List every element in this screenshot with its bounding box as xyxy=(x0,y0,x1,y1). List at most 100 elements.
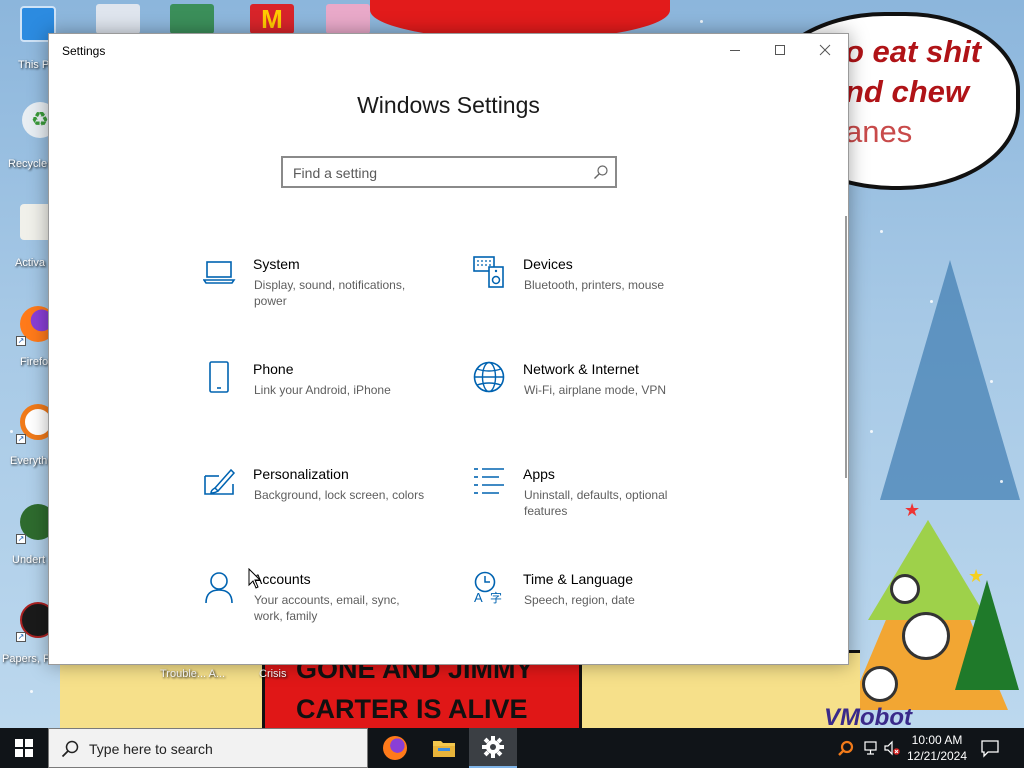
category-title: Phone xyxy=(253,361,294,377)
desktop-shortcut-icon[interactable] xyxy=(96,4,140,34)
windows-logo-icon xyxy=(15,739,33,757)
wallpaper-ornament-hole xyxy=(862,666,898,702)
desktop-icon-label: Undert xyxy=(12,554,46,566)
find-setting-search-box[interactable]: Find a setting xyxy=(281,156,617,188)
mouse-pointer-icon xyxy=(248,568,262,589)
category-phone[interactable]: Phone Link your Android, iPhone xyxy=(203,361,453,441)
page-title: Windows Settings xyxy=(357,92,540,118)
snowflake xyxy=(700,20,703,23)
settings-window: Settings Windows Settings Find a setting… xyxy=(48,33,849,665)
clock-time: 10:00 AM xyxy=(911,733,963,747)
scrollbar-thumb[interactable] xyxy=(845,216,847,478)
taskbar: Type here to search 10:00 AM 12/21/2024 xyxy=(0,728,1024,768)
snowflake xyxy=(930,300,933,303)
category-description: Your accounts, email, sync, work, family xyxy=(254,593,400,623)
taskbar-search-box[interactable]: Type here to search xyxy=(48,728,368,768)
category-description: Display, sound, notifications, power xyxy=(254,278,406,308)
category-description: Uninstall, defaults, optional features xyxy=(524,488,668,518)
shortcut-arrow-icon: ↗ xyxy=(16,632,26,642)
wallpaper-christmas-tree xyxy=(955,580,1019,690)
laptop-icon xyxy=(203,261,236,284)
category-title: Apps xyxy=(523,466,555,482)
close-icon xyxy=(819,44,831,56)
wallpaper-bubble-line-2: nd chew xyxy=(845,74,970,109)
devices-icon xyxy=(473,256,504,288)
snowflake xyxy=(990,380,993,383)
minimize-icon xyxy=(730,50,740,51)
snowflake xyxy=(880,230,883,233)
category-network-internet[interactable]: Network & Internet Wi-Fi, airplane mode,… xyxy=(473,361,723,441)
network-icon[interactable] xyxy=(863,740,879,756)
desktop-icon-label: Everyth xyxy=(10,455,48,467)
wallpaper-ornament-hole xyxy=(890,574,920,604)
wallpaper-bubble-line-3: anes xyxy=(845,114,913,149)
category-title: Devices xyxy=(523,256,573,272)
desktop-icon-label: This P xyxy=(18,59,50,71)
everything-search-icon[interactable] xyxy=(838,740,854,756)
mcdonalds-icon[interactable]: M xyxy=(250,4,294,34)
person-icon xyxy=(205,572,233,604)
taskbar-settings[interactable] xyxy=(469,728,517,768)
svg-text:字: 字 xyxy=(490,590,502,605)
category-accounts[interactable]: Accounts Your accounts, email, sync, wor… xyxy=(203,571,453,651)
phone-icon xyxy=(209,361,229,393)
paintbrush-icon xyxy=(204,468,236,495)
wallpaper-watermark: VMobot xyxy=(824,704,912,728)
category-description: Link your Android, iPhone xyxy=(254,383,391,397)
wallpaper-ornament-hole xyxy=(902,612,950,660)
category-description: Bluetooth, printers, mouse xyxy=(524,278,665,292)
wallpaper-pine-tree xyxy=(880,260,1020,500)
shortcut-arrow-icon: ↗ xyxy=(16,434,26,444)
category-title: Network & Internet xyxy=(523,361,639,377)
volume-muted-icon[interactable] xyxy=(884,740,900,756)
category-personalization[interactable]: Personalization Background, lock screen,… xyxy=(203,466,453,546)
wallpaper-sign-line-2: CARTER IS ALIVE xyxy=(296,694,528,724)
snowflake xyxy=(30,690,33,693)
settings-gear-icon xyxy=(482,736,504,758)
taskbar-search-placeholder: Type here to search xyxy=(89,741,213,757)
taskbar-clock[interactable]: 10:00 AM 12/21/2024 xyxy=(902,732,972,764)
category-apps[interactable]: Apps Uninstall, defaults, optional featu… xyxy=(473,466,723,546)
category-title: System xyxy=(253,256,300,272)
snowflake xyxy=(10,430,13,433)
desktop-icon-label[interactable]: Trouble... A... xyxy=(160,668,225,680)
wallpaper-bubble-line-1: o eat shit xyxy=(845,34,982,69)
search-icon xyxy=(594,165,608,179)
desktop-shortcut-icon[interactable] xyxy=(326,4,370,34)
category-description: Speech, region, date xyxy=(524,593,635,607)
title-bar[interactable]: Settings xyxy=(49,34,848,66)
taskbar-file-explorer[interactable] xyxy=(420,728,468,768)
desktop-icon-label: Firefo xyxy=(20,356,49,368)
firefox-icon xyxy=(383,736,407,760)
start-button[interactable] xyxy=(0,728,48,768)
category-devices[interactable]: Devices Bluetooth, printers, mouse xyxy=(473,256,723,336)
desktop-icon-label[interactable]: Crisis xyxy=(259,668,287,680)
search-placeholder: Find a setting xyxy=(293,165,378,181)
desktop-icon-label: Activa xyxy=(15,257,45,269)
category-title: Personalization xyxy=(253,466,349,482)
category-description: Background, lock screen, colors xyxy=(254,488,425,502)
clock-date: 12/21/2024 xyxy=(906,749,968,763)
close-button[interactable] xyxy=(802,34,848,66)
desktop-icon-label: Recycle xyxy=(8,158,48,170)
category-description: Wi-Fi, airplane mode, VPN xyxy=(524,383,667,397)
category-time-language[interactable]: A 字 Time & Language Speech, region, date xyxy=(473,571,723,651)
maximize-button[interactable] xyxy=(757,34,803,66)
svg-text:A: A xyxy=(474,590,483,605)
category-system[interactable]: System Display, sound, notifications, po… xyxy=(203,256,453,336)
taskbar-firefox[interactable] xyxy=(371,728,419,768)
shortcut-arrow-icon: ↗ xyxy=(16,336,26,346)
shortcut-arrow-icon: ↗ xyxy=(16,534,26,544)
snowflake xyxy=(870,430,873,433)
minimize-button[interactable] xyxy=(712,34,758,66)
desktop-shortcut-icon[interactable] xyxy=(170,4,214,34)
window-title: Settings xyxy=(62,44,106,58)
maximize-icon xyxy=(775,45,785,55)
action-center-icon[interactable] xyxy=(980,738,1000,758)
search-icon xyxy=(61,740,79,758)
apps-list-icon xyxy=(474,468,504,494)
wallpaper-star-icon: ★ xyxy=(904,500,921,520)
time-language-icon: A 字 xyxy=(474,571,502,605)
desktop-icon-label: Papers, P xyxy=(2,653,51,665)
file-explorer-icon xyxy=(433,741,455,757)
